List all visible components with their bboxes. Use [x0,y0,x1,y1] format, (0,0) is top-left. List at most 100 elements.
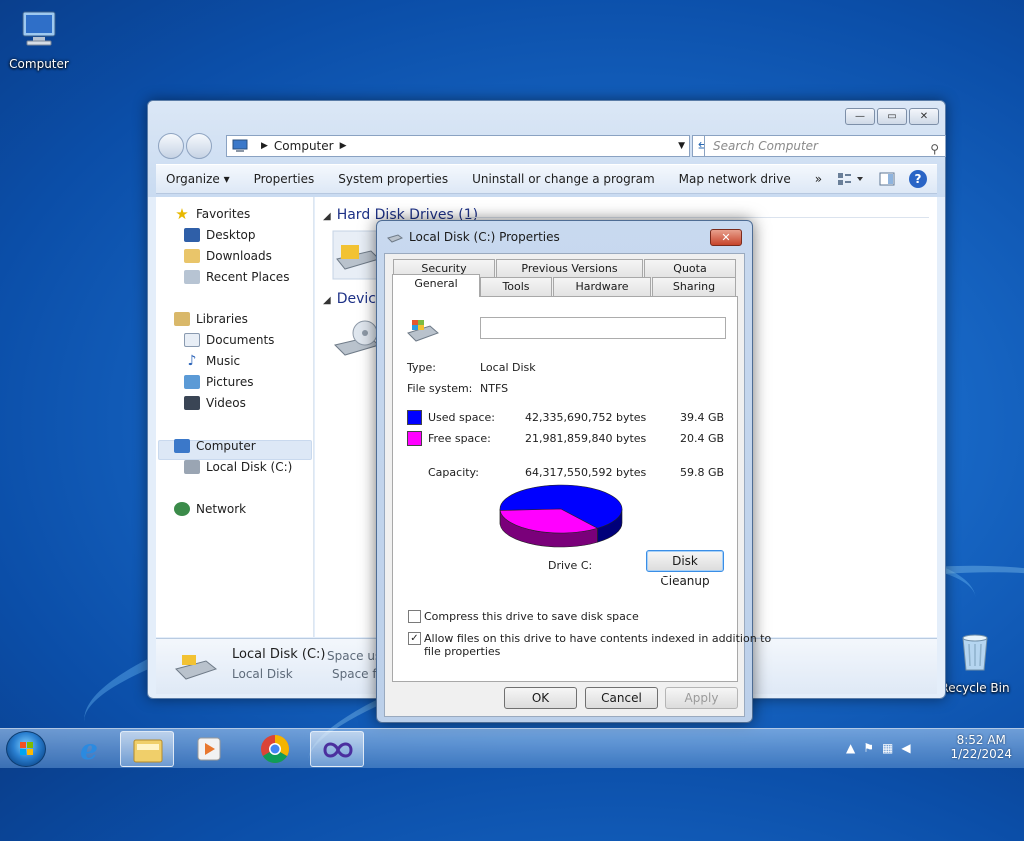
apply-button[interactable]: Apply [665,687,738,709]
minimize-button[interactable]: — [845,108,875,125]
internet-explorer-icon: e [80,733,98,766]
nav-desktop[interactable]: Desktop [184,228,256,242]
chevron-down-icon[interactable]: ▼ [678,141,685,151]
type-value: Local Disk [480,361,536,374]
nav-documents[interactable]: Documents [184,333,274,347]
search-icon[interactable]: ⚲ [930,139,939,159]
disk-usage-pie-chart [499,484,623,548]
properties-dialog[interactable]: Local Disk (C:) Properties ✕ Security Pr… [376,220,771,723]
uninstall-program-button[interactable]: Uninstall or change a program [462,172,669,186]
dialog-title: Local Disk (C:) Properties [409,230,560,244]
desktop-icon-computer[interactable]: Computer [2,6,76,71]
nav-pictures[interactable]: Pictures [184,375,254,389]
action-center-flag-icon[interactable]: ⚑ [863,741,874,755]
tab-tools[interactable]: Tools [480,277,552,296]
compress-checkbox[interactable] [408,610,421,623]
media-player-icon [197,737,221,761]
nav-music[interactable]: ♪ Music [184,353,241,369]
nav-videos[interactable]: Videos [184,396,246,410]
more-commands-button[interactable]: » [805,172,836,186]
nav-computer[interactable]: Computer [174,439,256,453]
forward-button[interactable] [186,133,212,159]
svg-text:e: e [80,733,98,766]
nav-network[interactable]: Network [174,502,246,516]
index-label-line1[interactable]: Allow files on this drive to have conten… [424,632,771,645]
navigation-pane: ★ Favorites Desktop Downloads Recent Pla… [156,197,314,637]
breadcrumb-separator-icon[interactable]: ▶ [340,141,347,151]
tab-quota[interactable]: Quota [644,259,736,278]
desktop-icon [184,228,200,242]
infinity-app-icon [323,742,353,758]
index-checkbox[interactable]: ✓ [408,632,421,645]
tab-general[interactable]: General [392,274,480,297]
taskbar-chrome[interactable] [248,731,302,767]
tab-previous-versions[interactable]: Previous Versions [496,259,643,278]
hard-drive-icon [387,234,403,243]
free-space-bytes: 21,981,859,840 bytes [525,432,647,445]
desktop-icon-label: Recycle Bin [940,681,1010,695]
libraries-icon [174,312,190,326]
volume-icon[interactable]: ◀ [901,741,910,755]
view-controls: ? [837,170,927,188]
cancel-button[interactable]: Cancel [585,687,658,709]
pictures-icon [184,375,200,389]
used-space-gb: 39.4 GB [680,411,725,424]
dialog-body: Security Previous Versions Quota General… [384,253,771,717]
dialog-close-button[interactable]: ✕ [710,229,742,246]
tab-hardware[interactable]: Hardware [553,277,651,296]
start-button[interactable] [6,731,46,767]
separator [406,456,722,457]
chrome-icon [261,735,289,763]
clock[interactable]: 8:52 AM 1/22/2024 [950,733,1012,761]
details-type: Local Disk [232,667,293,681]
back-button[interactable] [158,133,184,159]
disk-cleanup-button[interactable]: Disk Cleanup [646,550,724,588]
computer-icon [232,139,248,152]
index-label-line2[interactable]: file properties [424,645,500,658]
recent-places-icon [184,270,200,284]
system-properties-button[interactable]: System properties [328,172,462,186]
maximize-button[interactable]: ▭ [877,108,907,125]
taskbar-app[interactable] [310,731,364,767]
help-button[interactable]: ? [909,170,927,188]
details-name: Local Disk (C:) [232,647,326,662]
nav-downloads[interactable]: Downloads [184,249,272,263]
network-status-icon[interactable]: ▦ [882,741,893,755]
desktop-icon-recycle-bin[interactable]: Recycle Bin [938,630,1012,695]
search-placeholder: Search Computer [713,139,818,153]
map-network-drive-button[interactable]: Map network drive [669,172,805,186]
hard-drive-icon [175,655,218,680]
nav-favorites[interactable]: ★ Favorites [174,207,250,222]
change-view-icon[interactable] [837,172,865,186]
close-button[interactable]: ✕ [909,108,939,125]
drive-icon [407,320,439,342]
file-system-label: File system: [407,382,473,395]
separator [406,350,722,351]
properties-button[interactable]: Properties [244,172,329,186]
nav-recent-places[interactable]: Recent Places [184,270,289,284]
organize-button[interactable]: Organize ▾ [156,172,244,186]
tab-sharing[interactable]: Sharing [652,277,736,296]
taskbar-internet-explorer[interactable]: e [62,731,116,767]
show-hidden-icons-icon[interactable]: ▲ [846,741,855,755]
search-input[interactable]: Search Computer ⚲ [704,135,946,157]
capacity-label: Capacity: [428,466,479,479]
dialog-title-bar: Local Disk (C:) Properties [387,230,560,244]
taskbar-media-player[interactable] [182,731,236,767]
ok-button[interactable]: OK [504,687,577,709]
collapse-icon: ◢ [323,295,331,306]
compress-label[interactable]: Compress this drive to save disk space [424,610,639,623]
preview-pane-icon[interactable] [879,172,895,186]
separator [406,577,722,578]
navigation-bar: ▶ Computer ▶ ▼ ⇆ Search Computer ⚲ [156,132,946,159]
nav-libraries[interactable]: Libraries [174,312,248,326]
general-tab-panel: Type: Local Disk File system: NTFS Used … [392,296,771,682]
address-bar[interactable]: ▶ Computer ▶ ▼ [226,135,690,157]
breadcrumb-computer[interactable]: Computer [274,139,334,153]
drive-label-input[interactable] [480,317,726,339]
music-icon: ♪ [187,353,197,369]
nav-local-disk[interactable]: Local Disk (C:) [184,460,292,474]
taskbar-explorer[interactable] [120,731,174,767]
group-divider [465,217,929,218]
free-space-label: Free space: [428,432,491,445]
